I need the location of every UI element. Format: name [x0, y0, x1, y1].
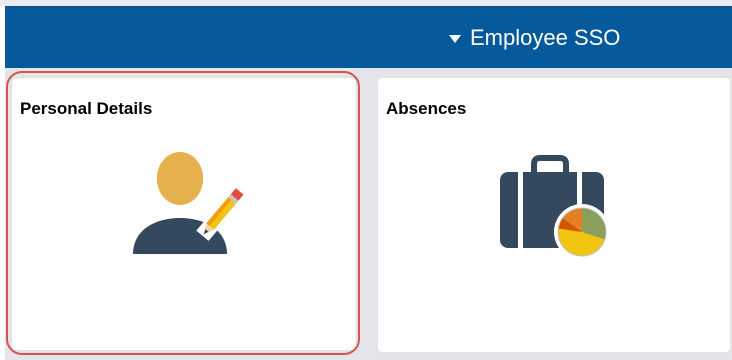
tile-title: Personal Details [20, 99, 153, 118]
banner-title: Employee SSO [470, 25, 621, 50]
absences-tile[interactable]: Absences [378, 78, 730, 352]
caret-down-icon [449, 35, 461, 43]
tile-title: Absences [386, 99, 467, 118]
briefcase-pie-icon [500, 155, 610, 260]
person-edit-icon [133, 152, 249, 254]
personal-details-tile[interactable]: Personal Details [12, 78, 356, 350]
top-banner: Employee SSO [5, 6, 732, 69]
employee-sso-menu[interactable]: Employee SSO [449, 7, 620, 69]
